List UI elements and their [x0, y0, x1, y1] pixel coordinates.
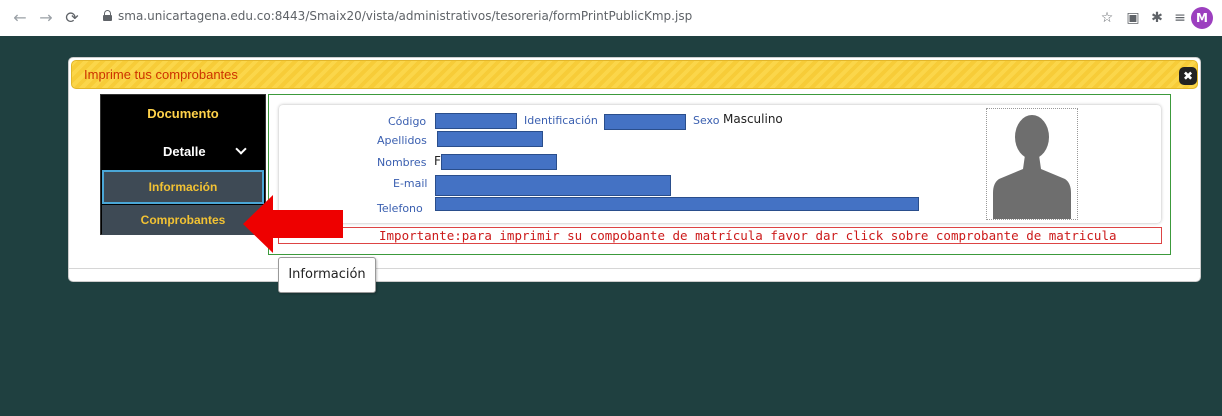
email-redacted: [435, 175, 671, 196]
print-receipts-dialog: Imprime tus comprobantes ✖ Documento Det…: [68, 57, 1201, 282]
email-label: E-mail: [393, 177, 428, 190]
sexo-label: Sexo: [693, 114, 720, 127]
reload-icon[interactable]: ⟳: [62, 8, 82, 28]
apellidos-redacted: [437, 131, 543, 147]
reading-list-icon[interactable]: ≡: [1170, 8, 1190, 28]
apellidos-label: Apellidos: [377, 134, 427, 147]
tooltip-informacion: Información: [278, 257, 376, 293]
menu-item-informacion[interactable]: Información: [102, 170, 264, 204]
nombres-initial: F: [434, 154, 441, 168]
browser-toolbar: ← → ⟳ sma.unicartagena.edu.co:8443/Smaix…: [0, 0, 1222, 36]
forward-icon[interactable]: →: [36, 8, 56, 28]
menu-item-documento[interactable]: Documento: [101, 95, 265, 133]
side-menu: Documento Detalle Información Comprobant…: [100, 94, 266, 235]
menu-item-detalle[interactable]: Detalle: [101, 135, 265, 169]
telefono-label: Telefono: [377, 202, 423, 215]
dialog-header: Imprime tus comprobantes ✖: [71, 60, 1198, 89]
red-arrow-pointer: [243, 195, 343, 253]
profile-avatar[interactable]: M: [1191, 7, 1213, 29]
nombres-label: Nombres: [377, 156, 427, 169]
profile-photo-placeholder: [986, 108, 1078, 220]
sexo-value: Masculino: [723, 112, 783, 126]
person-silhouette-icon: [993, 115, 1071, 219]
dialog-title: Imprime tus comprobantes: [84, 67, 238, 82]
telefono-redacted: [435, 197, 919, 211]
dialog-divider: [69, 268, 1200, 269]
star-icon[interactable]: ☆: [1097, 8, 1117, 28]
identificacion-redacted: [604, 114, 686, 130]
back-icon[interactable]: ←: [10, 8, 30, 28]
codigo-redacted: [435, 113, 517, 129]
cast-icon[interactable]: ▣: [1123, 8, 1143, 28]
extensions-icon[interactable]: ✱: [1147, 8, 1167, 28]
important-notice: Importante:para imprimir su compobante d…: [278, 227, 1162, 244]
codigo-label: Código: [388, 115, 427, 128]
chevron-down-icon: [235, 143, 247, 155]
nombres-redacted: [441, 154, 557, 170]
address-bar-url[interactable]: sma.unicartagena.edu.co:8443/Smaix20/vis…: [118, 9, 692, 23]
menu-item-comprobantes[interactable]: Comprobantes: [102, 205, 264, 235]
identificacion-label: Identificación: [524, 114, 598, 127]
menu-item-detalle-label: Detalle: [163, 144, 206, 159]
close-icon[interactable]: ✖: [1179, 67, 1197, 85]
lock-icon[interactable]: [103, 10, 112, 21]
